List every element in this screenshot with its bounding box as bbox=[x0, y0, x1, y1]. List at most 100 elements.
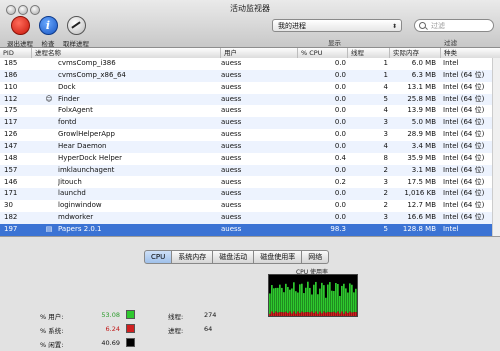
tab-disk-activity[interactable]: 磁盘活动 bbox=[213, 250, 254, 264]
process-table: 185cvmsComp_i386auess0.016.0 MBIntel186c… bbox=[0, 58, 500, 236]
cpu-system-bar bbox=[301, 312, 303, 316]
table-row[interactable]: 185cvmsComp_i386auess0.016.0 MBIntel bbox=[0, 58, 500, 70]
threads-cell: 4 bbox=[350, 105, 388, 117]
process-name-cell: Jitouch bbox=[58, 177, 218, 189]
sample-icon bbox=[67, 16, 86, 35]
cpu-user-bar bbox=[319, 289, 321, 312]
threads-cell: 2 bbox=[350, 200, 388, 212]
column-header-cpu[interactable]: % CPU bbox=[297, 48, 347, 58]
memory-cell: 17.5 MB bbox=[392, 177, 436, 189]
cpu-cell: 0.0 bbox=[300, 94, 346, 106]
table-row[interactable]: 175FolxAgentauess0.0413.9 MBIntel (64 位) bbox=[0, 105, 500, 117]
user-cell: auess bbox=[221, 94, 281, 106]
table-row[interactable]: 186cvmsComp_x86_64auess0.016.3 MBIntel (… bbox=[0, 70, 500, 82]
threads-cell: 3 bbox=[350, 212, 388, 224]
column-header-kind[interactable]: 种类 bbox=[440, 48, 500, 58]
stat-user-label: % 用户: bbox=[40, 311, 80, 321]
process-icon: ☺ bbox=[44, 94, 54, 106]
table-row[interactable]: 146Jitouchauess0.2317.5 MBIntel (64 位) bbox=[0, 177, 500, 189]
kind-cell: Intel (64 位) bbox=[443, 117, 499, 129]
cpu-system-bar bbox=[315, 312, 317, 316]
table-row[interactable]: 157imklaunchagentauess0.023.1 MBIntel (6… bbox=[0, 165, 500, 177]
column-header-threads[interactable]: 线程 bbox=[347, 48, 389, 58]
kind-cell: Intel (64 位) bbox=[443, 212, 499, 224]
sample-process-label: 取样进程 bbox=[58, 38, 94, 48]
cpu-user-bar bbox=[339, 296, 341, 314]
process-filter-value: 我的进程 bbox=[278, 22, 306, 30]
tab-cpu[interactable]: CPU bbox=[144, 250, 172, 264]
cpu-cell: 0.0 bbox=[300, 117, 346, 129]
process-filter-select[interactable]: 我的进程 ⬍ bbox=[272, 19, 402, 32]
stat-idle-value: 40.69 bbox=[90, 339, 120, 347]
table-row[interactable]: 126GrowlHelperAppauess0.0328.9 MBIntel (… bbox=[0, 129, 500, 141]
cpu-cell: 0.0 bbox=[300, 212, 346, 224]
threads-cell: 5 bbox=[350, 224, 388, 236]
cpu-system-bar bbox=[311, 312, 313, 316]
pid-cell: 175 bbox=[4, 105, 32, 117]
process-name-cell: fontd bbox=[58, 117, 218, 129]
threads-cell: 2 bbox=[350, 165, 388, 177]
user-cell: auess bbox=[221, 58, 281, 70]
system-color-swatch[interactable] bbox=[126, 324, 135, 333]
cpu-system-bar bbox=[323, 312, 325, 316]
table-row[interactable]: 117fontdauess0.035.0 MBIntel (64 位) bbox=[0, 117, 500, 129]
pid-cell: 112 bbox=[4, 94, 32, 106]
cpu-system-bar bbox=[355, 312, 357, 316]
cpu-system-bar bbox=[295, 314, 297, 316]
table-row[interactable]: 112☺Finderauess0.0525.8 MBIntel (64 位) bbox=[0, 94, 500, 106]
tab-disk-usage[interactable]: 磁盘使用率 bbox=[254, 250, 302, 264]
memory-cell: 35.9 MB bbox=[392, 153, 436, 165]
stat-system-label: % 系统: bbox=[40, 325, 80, 335]
table-row[interactable]: 148HyperDock Helperauess0.4835.9 MBIntel… bbox=[0, 153, 500, 165]
pid-cell: 146 bbox=[4, 177, 32, 189]
user-cell: auess bbox=[221, 188, 281, 200]
cpu-user-bar bbox=[317, 294, 319, 314]
user-cell: auess bbox=[221, 165, 281, 177]
column-header-name[interactable]: 进程名称 bbox=[31, 48, 220, 58]
cpu-user-bar bbox=[283, 292, 285, 312]
user-cell: auess bbox=[221, 82, 281, 94]
cpu-system-bar bbox=[329, 312, 331, 316]
table-row[interactable]: 197▤Papers 2.0.1auess98.35128.8 MBIntel bbox=[0, 224, 500, 236]
table-row[interactable]: 30loginwindowauess0.0212.7 MBIntel (64 位… bbox=[0, 200, 500, 212]
cpu-system-bar bbox=[347, 313, 349, 316]
cpu-user-bar bbox=[291, 288, 293, 313]
column-header-pid[interactable]: PID bbox=[0, 48, 31, 58]
search-icon bbox=[419, 22, 426, 29]
cpu-cell: 0.4 bbox=[300, 153, 346, 165]
cpu-system-bar bbox=[313, 313, 315, 316]
pid-cell: 148 bbox=[4, 153, 32, 165]
process-name-cell: launchd bbox=[58, 188, 218, 200]
memory-cell: 16.6 MB bbox=[392, 212, 436, 224]
user-color-swatch[interactable] bbox=[126, 310, 135, 319]
table-row[interactable]: 147Hear Daemonauess0.043.4 MBIntel (64 位… bbox=[0, 141, 500, 153]
processes-label: 进程: bbox=[168, 325, 198, 335]
sample-process-button[interactable]: 取样进程 bbox=[58, 16, 94, 48]
cpu-system-bar bbox=[327, 312, 329, 316]
stat-user-value: 53.08 bbox=[90, 311, 120, 319]
table-row[interactable]: 182mdworkerauess0.0316.6 MBIntel (64 位) bbox=[0, 212, 500, 224]
pid-cell: 30 bbox=[4, 200, 32, 212]
search-field[interactable]: 过滤 bbox=[414, 19, 494, 32]
column-header-user[interactable]: 用户 bbox=[220, 48, 297, 58]
tab-network[interactable]: 网络 bbox=[302, 250, 329, 264]
cpu-system-bar bbox=[279, 312, 281, 316]
table-row[interactable]: 171launchdauess0.021,016 KBIntel (64 位) bbox=[0, 188, 500, 200]
table-scrollbar[interactable] bbox=[492, 58, 500, 236]
idle-color-swatch[interactable] bbox=[126, 338, 135, 347]
kind-cell: Intel (64 位) bbox=[443, 82, 499, 94]
cpu-user-bar bbox=[315, 282, 317, 312]
pid-cell: 171 bbox=[4, 188, 32, 200]
info-icon: i bbox=[39, 16, 58, 35]
pid-cell: 117 bbox=[4, 117, 32, 129]
cpu-system-bar bbox=[343, 314, 345, 316]
cpu-user-bar bbox=[301, 284, 303, 312]
column-header-memory[interactable]: 实际内存 bbox=[389, 48, 440, 58]
process-name-cell: loginwindow bbox=[58, 200, 218, 212]
kind-cell: Intel bbox=[443, 224, 499, 236]
cpu-cell: 0.0 bbox=[300, 129, 346, 141]
tab-system-memory[interactable]: 系统内存 bbox=[172, 250, 213, 264]
table-row[interactable]: 110Dockauess0.0413.1 MBIntel (64 位) bbox=[0, 82, 500, 94]
pid-cell: 147 bbox=[4, 141, 32, 153]
user-cell: auess bbox=[221, 117, 281, 129]
